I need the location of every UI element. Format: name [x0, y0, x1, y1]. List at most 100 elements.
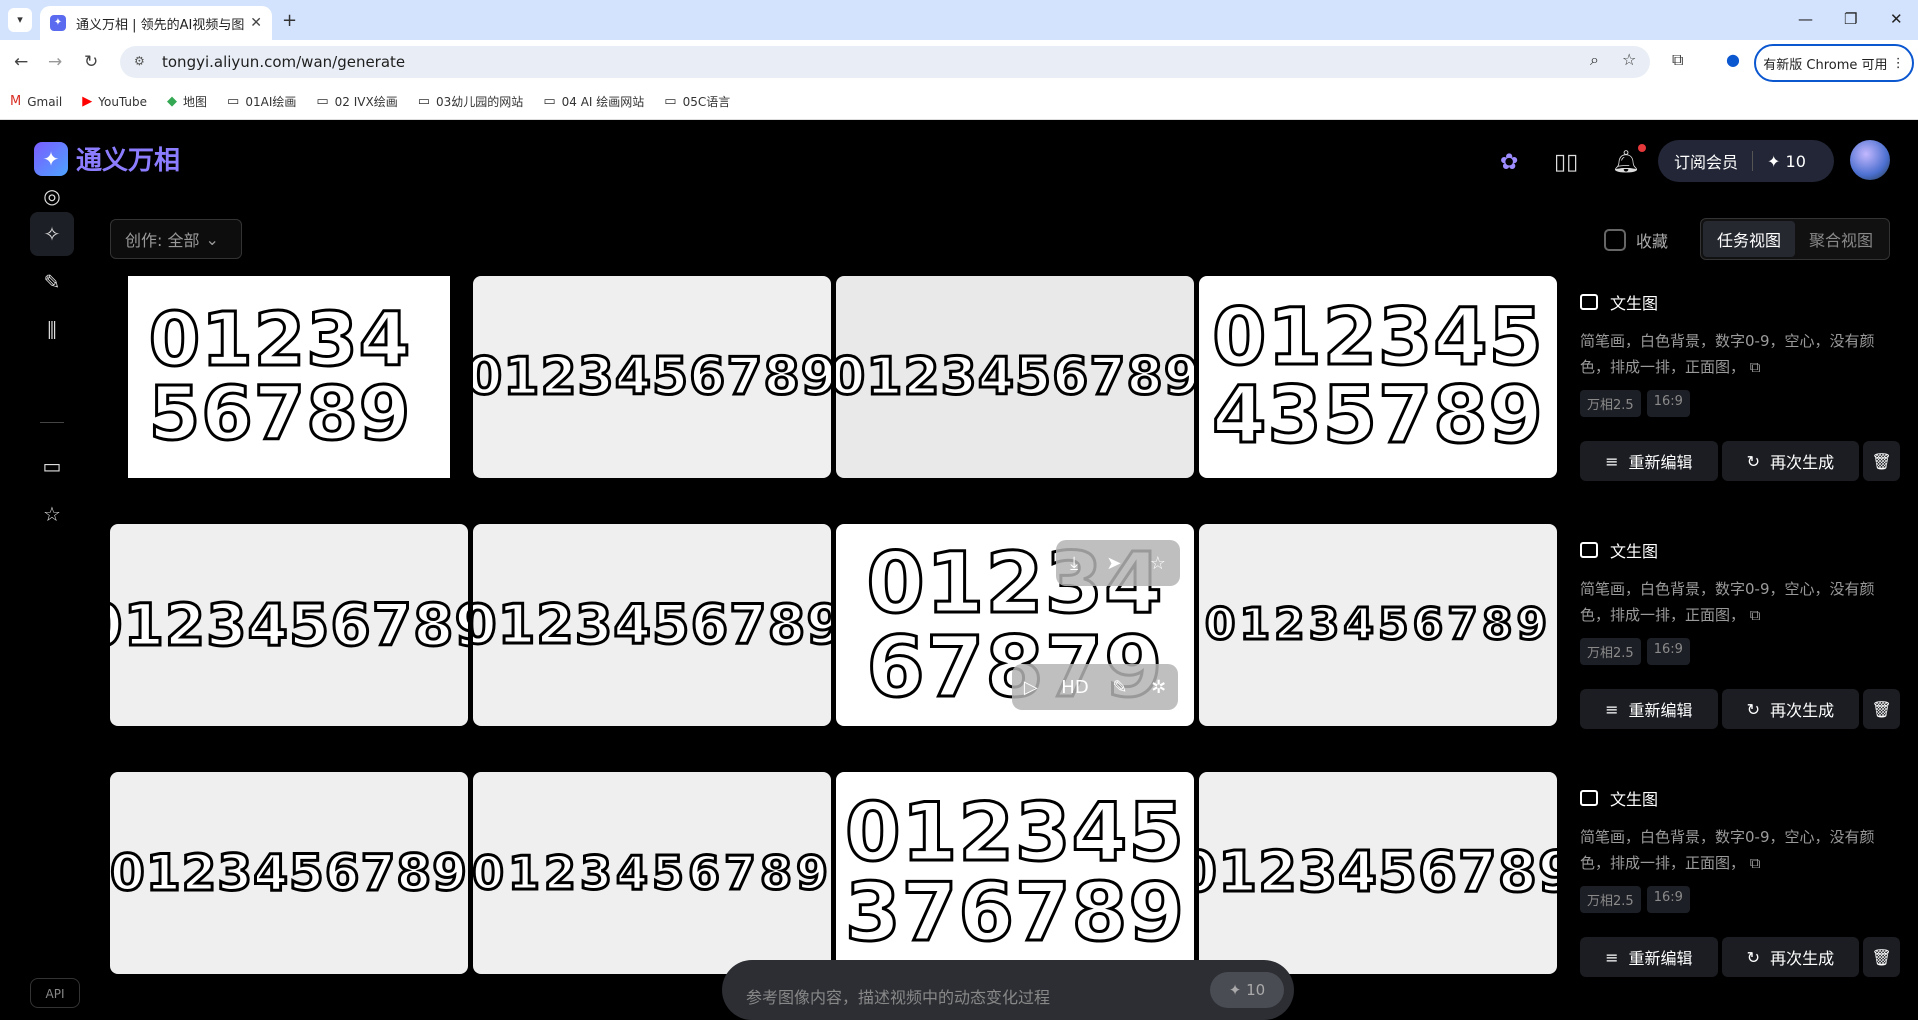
edit-image-icon[interactable]: ✎ — [1112, 677, 1127, 698]
generate-sparkle-icon[interactable]: ✧ — [30, 212, 74, 256]
trash-icon: 🗑︎ — [1871, 699, 1892, 719]
generate-button[interactable]: ✦ 10 — [1210, 972, 1284, 1008]
member-credits-pill[interactable]: 订阅会员 ✦ 10 — [1658, 140, 1834, 182]
generated-image-hovered[interactable]: 01234 67879 ⤓ ➤ ☆ ▷ HD ✎ ✲ — [836, 524, 1194, 726]
new-tab-icon[interactable]: + — [282, 10, 297, 31]
download-icon[interactable]: ⤓ — [1070, 553, 1078, 574]
image-digits: 012345 435789 — [1211, 293, 1545, 461]
api-button[interactable]: API — [30, 978, 80, 1008]
back-icon[interactable]: ← — [14, 52, 28, 72]
re-edit-button[interactable]: ≡ 重新编辑 — [1580, 937, 1718, 977]
profile-icon[interactable]: ● — [1726, 50, 1740, 69]
creation-filter-dropdown[interactable]: 创作: 全部 ⌄ — [110, 219, 242, 259]
restore-icon[interactable]: ❐ — [1844, 10, 1857, 28]
tab-search-icon[interactable]: ▾ — [8, 8, 32, 32]
bookmark-folder-1[interactable]: ▭ 01AI绘画 — [227, 93, 296, 110]
bookmark-label: 01AI绘画 — [245, 95, 297, 109]
prompt-input[interactable]: 参考图像内容，描述视频中的动态变化过程 ✦ 10 — [722, 960, 1294, 1020]
generated-image[interactable]: 0123456789 — [473, 276, 831, 478]
sparkle-icon: ✦ — [1228, 981, 1242, 999]
prompt-text: 简笔画，白色背景，数字0-9，空心，没有颜色，排成一排，正面图， — [1580, 828, 1875, 872]
reload-icon[interactable]: ↻ — [84, 52, 98, 72]
chrome-update-button[interactable]: 有新版 Chrome 可用 ⋮ — [1754, 44, 1914, 82]
favorite-label: 收藏 — [1636, 232, 1669, 251]
minimize-icon[interactable]: — — [1798, 10, 1813, 28]
bookmark-youtube[interactable]: ▶ YouTube — [82, 94, 147, 109]
extensions-icon[interactable]: ⧉ — [1672, 50, 1683, 70]
hd-upscale-icon[interactable]: HD — [1061, 677, 1088, 698]
bookmark-star-icon[interactable]: ☆ — [1622, 50, 1636, 69]
assistant-icon[interactable]: ✿ — [1500, 150, 1518, 175]
library-icon[interactable]: ⫼ — [30, 308, 74, 352]
browser-chrome: ▾ ✦ 通义万相 | 领先的AI视频与图像 ✕ + — ❐ ✕ ← → ↻ ⚙ … — [0, 0, 1918, 120]
task-type: 文生图 — [1580, 290, 1900, 314]
generated-image[interactable]: 0123456789 — [110, 524, 468, 726]
close-window-icon[interactable]: ✕ — [1890, 10, 1903, 28]
generated-image[interactable]: 0123456789 — [836, 276, 1194, 478]
task-info-panel: 文生图 简笔画，白色背景，数字0-9，空心，没有颜色，排成一排，正面图， ⧉ 万… — [1580, 290, 1900, 481]
app-logo[interactable]: ✦ 通义万相 — [34, 140, 180, 177]
generated-image[interactable]: 01234 56789 — [110, 276, 450, 478]
copy-icon[interactable]: ⧉ — [1750, 606, 1761, 624]
bookmark-maps[interactable]: ◆ 地图 — [167, 93, 207, 110]
copy-icon[interactable]: ⧉ — [1750, 358, 1761, 376]
bookmark-folder-5[interactable]: ▭ 05C语言 — [664, 93, 730, 110]
generated-image[interactable]: 0123456789 — [1199, 772, 1557, 974]
bookmarks-bar: M Gmail ▶ YouTube ◆ 地图 ▭ 01AI绘画 ▭ 02 IVX绘画 ▭ 0… — [0, 84, 1918, 120]
avatar[interactable] — [1850, 140, 1890, 180]
share-send-icon[interactable]: ➤ — [1106, 553, 1121, 574]
edit-note-icon[interactable]: ✎ — [30, 260, 74, 304]
generated-image[interactable]: 012345 376789 — [836, 772, 1194, 974]
tab-aggregate-view[interactable]: 聚合视图 — [1795, 221, 1887, 257]
generated-image[interactable]: 0123456789 — [110, 772, 468, 974]
prompt-placeholder: 参考图像内容，描述视频中的动态变化过程 — [746, 988, 1051, 1007]
star-icon[interactable]: ☆ — [30, 492, 74, 536]
regenerate-button[interactable]: ↻ 再次生成 — [1721, 937, 1860, 977]
generated-image[interactable]: 0123456789 — [473, 524, 831, 726]
logo-text: 通义万相 — [76, 146, 181, 176]
regenerate-button[interactable]: ↻ 再次生成 — [1721, 441, 1860, 481]
edit-lines-icon: ≡ — [1605, 947, 1619, 967]
folder-icon: ▭ — [543, 94, 556, 109]
delete-button[interactable]: 🗑︎ — [1863, 689, 1900, 729]
folder-icon[interactable]: ▭ — [30, 444, 74, 488]
bookmark-label: 03幼儿园的网站 — [436, 95, 524, 109]
bookmark-folder-3[interactable]: ▭ 03幼儿园的网站 — [418, 93, 524, 110]
layout-icon[interactable]: ▯▯ — [1554, 150, 1578, 175]
folder-icon: ▭ — [664, 94, 677, 109]
favorite-checkbox[interactable]: 收藏 — [1604, 228, 1668, 252]
image-to-video-icon[interactable]: ▷ — [1024, 677, 1038, 698]
image-digits: 0123456789 — [110, 591, 468, 659]
app-main: ✦ 通义万相 ✿ ▯▯ 🔔︎ 订阅会员 ✦ 10 ◎ ✧ ✎ ⫼ ▭ ☆ API… — [0, 120, 1918, 1020]
active-tab[interactable]: ✦ 通义万相 | 领先的AI视频与图像 ✕ — [40, 6, 272, 40]
close-tab-icon[interactable]: ✕ — [250, 15, 262, 31]
zoom-icon[interactable]: ⌕ — [1590, 50, 1599, 70]
bookmark-gmail[interactable]: M Gmail — [10, 94, 62, 109]
image-action-bar-bottom: ▷ HD ✎ ✲ — [1012, 664, 1178, 710]
ratio-badge: 16:9 — [1646, 886, 1690, 913]
magic-wand-icon[interactable]: ✲ — [1151, 677, 1166, 698]
generated-image[interactable]: 0123456789 — [1199, 524, 1557, 726]
task-tags: 万相2.5 16:9 — [1580, 638, 1900, 665]
tab-task-view[interactable]: 任务视图 — [1703, 221, 1795, 257]
image-edge — [110, 276, 128, 478]
image-digits: 0123456789 — [110, 844, 468, 902]
re-edit-button[interactable]: ≡ 重新编辑 — [1580, 441, 1718, 481]
favorite-star-icon[interactable]: ☆ — [1150, 553, 1166, 574]
url-bar[interactable]: ⚙ tongyi.aliyun.com/wan/generate — [120, 46, 1650, 78]
bookmark-folder-2[interactable]: ▭ 02 IVX绘画 — [316, 93, 397, 110]
delete-button[interactable]: 🗑︎ — [1863, 441, 1900, 481]
generated-image[interactable]: 012345 435789 — [1199, 276, 1557, 478]
regenerate-button[interactable]: ↻ 再次生成 — [1721, 689, 1860, 729]
site-info-icon[interactable]: ⚙ — [134, 54, 150, 70]
task-actions: ≡ 重新编辑 ↻ 再次生成 🗑︎ — [1580, 937, 1900, 977]
bell-icon[interactable]: 🔔︎ — [1612, 150, 1640, 175]
generated-image[interactable]: 0123456789 — [473, 772, 831, 974]
delete-button[interactable]: 🗑︎ — [1863, 937, 1900, 977]
checkbox-icon — [1604, 229, 1626, 251]
forward-icon[interactable]: → — [48, 52, 62, 72]
copy-icon[interactable]: ⧉ — [1750, 854, 1761, 872]
bookmark-folder-4[interactable]: ▭ 04 AI 绘画网站 — [543, 93, 644, 110]
address-toolbar: ← → ↻ ⚙ tongyi.aliyun.com/wan/generate ⌕… — [0, 40, 1918, 84]
re-edit-button[interactable]: ≡ 重新编辑 — [1580, 689, 1718, 729]
